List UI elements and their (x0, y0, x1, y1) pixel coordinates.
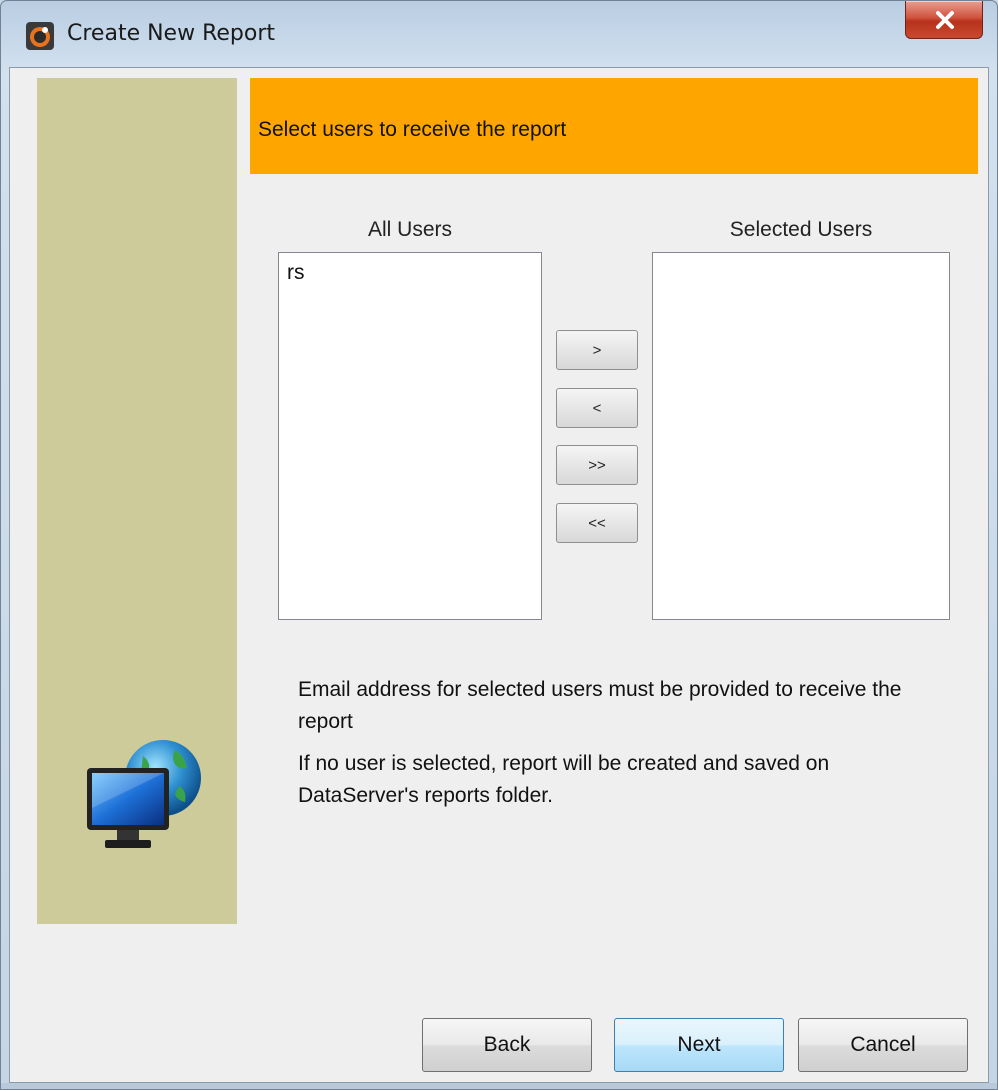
all-users-label: All Users (367, 218, 452, 241)
next-button[interactable]: Next (614, 1018, 784, 1072)
instruction-banner: Select users to receive the report (250, 78, 978, 174)
back-button[interactable]: Back (422, 1018, 592, 1072)
close-icon (936, 11, 954, 29)
add-all-button[interactable]: >> (556, 445, 638, 485)
app-icon (25, 21, 55, 51)
selected-users-label: Selected Users (729, 218, 873, 241)
remove-all-button[interactable]: << (556, 503, 638, 543)
window-title: Create New Report (67, 21, 276, 46)
close-button[interactable] (905, 1, 983, 39)
list-item[interactable]: rs (279, 253, 541, 285)
add-selected-button[interactable]: > (556, 330, 638, 370)
wizard-sidebar (37, 78, 237, 924)
dialog-body: Select users to receive the report All U… (9, 67, 989, 1083)
cancel-button[interactable]: Cancel (798, 1018, 968, 1072)
all-users-list[interactable]: rs (278, 252, 542, 620)
title-bar[interactable]: Create New Report (1, 1, 997, 67)
create-report-dialog: Create New Report Select users to receiv… (0, 0, 998, 1090)
no-user-note: If no user is selected, report will be c… (298, 752, 830, 807)
selected-users-list[interactable] (652, 252, 950, 620)
monitor-globe-icon (83, 736, 207, 856)
remove-selected-button[interactable]: < (556, 388, 638, 428)
email-note: Email address for selected users must be… (298, 678, 902, 733)
instruction-text: Select users to receive the report (258, 118, 567, 141)
window-bottom-border (1, 1083, 997, 1089)
